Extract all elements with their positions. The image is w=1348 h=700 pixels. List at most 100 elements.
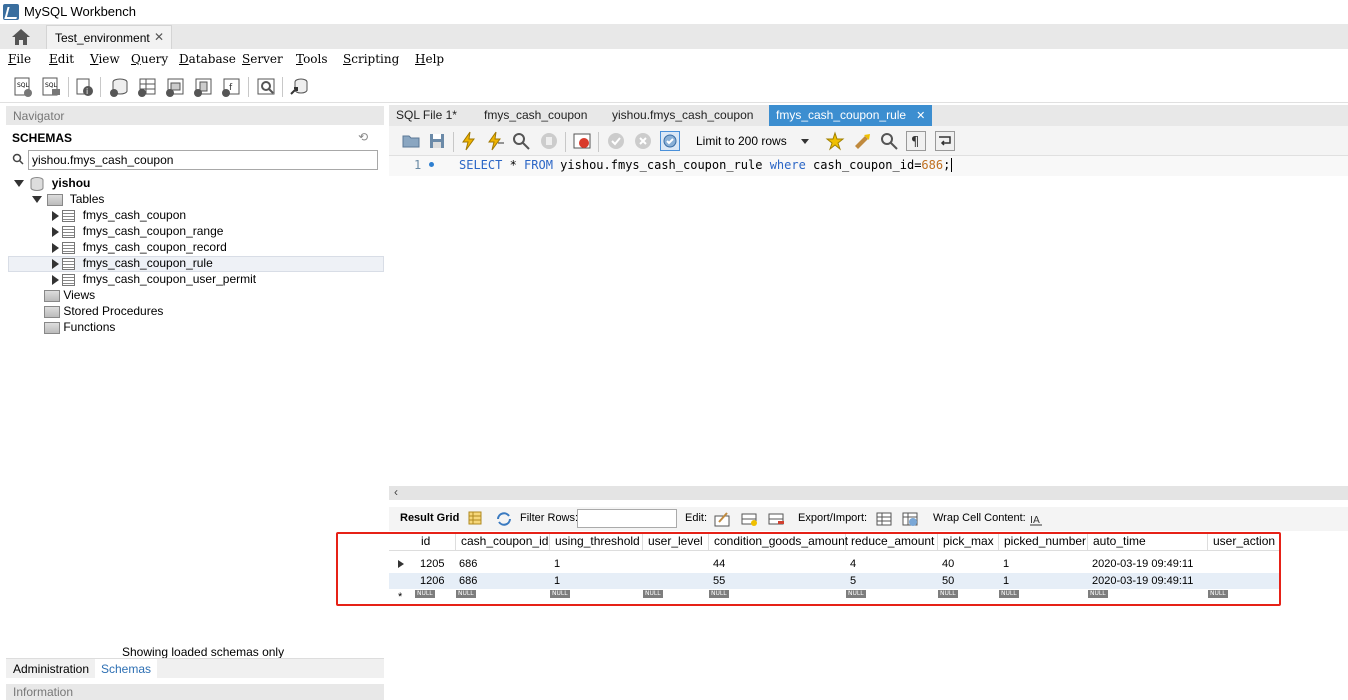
schema-node-yishou[interactable]: yishou xyxy=(14,176,90,192)
explain-icon[interactable] xyxy=(511,131,531,151)
table-node[interactable]: fmys_cash_coupon_range xyxy=(52,224,223,240)
limit-rows-select[interactable]: Limit to 200 rows xyxy=(692,132,814,152)
toolbar-separator xyxy=(598,132,599,152)
stored-procedures-folder[interactable]: Stored Procedures xyxy=(44,304,163,320)
table-name: fmys_cash_coupon_user_permit xyxy=(82,272,257,286)
menu-edit[interactable]: Edit xyxy=(49,52,74,66)
filter-rows-input[interactable] xyxy=(577,509,677,528)
functions-folder[interactable]: Functions xyxy=(44,320,115,336)
commit-icon[interactable] xyxy=(606,131,626,151)
inspector-icon[interactable]: i xyxy=(74,76,96,98)
reconnect-icon[interactable] xyxy=(288,76,310,98)
tab-sql-file-1[interactable]: SQL File 1* xyxy=(396,108,457,122)
import-icon[interactable] xyxy=(901,510,921,530)
wrap-cell-label: Wrap Cell Content: xyxy=(933,512,1026,524)
invisible-chars-icon[interactable]: ¶ xyxy=(906,131,926,151)
new-sql-tab-icon[interactable]: SQL xyxy=(12,76,34,98)
tab-fmys-cash-coupon-rule[interactable]: fmys_cash_coupon_rule ✕ xyxy=(769,105,933,126)
home-icon[interactable] xyxy=(8,27,34,47)
navigator-bottom-tabs: Administration Schemas xyxy=(6,658,384,678)
create-function-icon[interactable]: f xyxy=(220,76,242,98)
table-name: fmys_cash_coupon xyxy=(82,208,187,222)
sql-editor-line[interactable]: 1 SELECT * FROM yishou.fmys_cash_coupon_… xyxy=(389,156,1348,176)
tab-yishou-fmys-cash-coupon[interactable]: yishou.fmys_cash_coupon xyxy=(612,108,753,122)
stop-icon[interactable] xyxy=(539,131,559,151)
save-icon[interactable] xyxy=(427,131,447,151)
collapse-arrow-icon[interactable] xyxy=(52,210,59,221)
horizontal-scrollbar[interactable]: ‹ xyxy=(389,485,1348,500)
refresh-schemas-icon[interactable]: ⟲ xyxy=(358,130,368,144)
tab-administration[interactable]: Administration xyxy=(13,662,89,676)
refresh-icon[interactable] xyxy=(495,510,515,530)
autocommit-toggle-icon[interactable] xyxy=(660,131,680,151)
create-schema-icon[interactable] xyxy=(108,76,130,98)
open-folder-icon[interactable] xyxy=(401,131,421,151)
table-node[interactable]: fmys_cash_coupon_record xyxy=(52,240,227,256)
menu-file[interactable]: File xyxy=(8,52,31,66)
tables-folder[interactable]: Tables xyxy=(32,192,104,208)
collapse-arrow-icon[interactable] xyxy=(52,274,59,285)
delete-row-icon[interactable] xyxy=(767,510,787,530)
tab-schemas[interactable]: Schemas xyxy=(95,659,158,678)
navigator-header: Navigator xyxy=(6,106,384,125)
table-node[interactable]: fmys_cash_coupon_user_permit xyxy=(52,272,256,288)
expand-arrow-icon[interactable] xyxy=(32,196,42,204)
beautify-icon[interactable] xyxy=(852,131,872,151)
menu-help[interactable]: Help xyxy=(415,52,444,66)
menu-scripting[interactable]: Scripting xyxy=(343,52,399,66)
create-view-icon[interactable] xyxy=(164,76,186,98)
execute-icon[interactable] xyxy=(459,131,479,151)
add-snippet-icon[interactable] xyxy=(825,131,845,151)
result-grid-label[interactable]: Result Grid xyxy=(400,512,459,524)
insert-row-icon[interactable] xyxy=(740,510,760,530)
grid-view-icon[interactable] xyxy=(467,510,487,530)
menu-database[interactable]: Database xyxy=(179,52,236,66)
views-folder[interactable]: Views xyxy=(44,288,95,304)
table-name: fmys_cash_coupon_rule xyxy=(82,256,213,270)
table-name: fmys_cash_coupon_range xyxy=(82,224,224,238)
collapse-arrow-icon[interactable] xyxy=(52,226,59,237)
search-table-data-icon[interactable] xyxy=(255,76,277,98)
table-node-selected[interactable]: fmys_cash_coupon_rule xyxy=(52,256,213,272)
line-number: 1 xyxy=(414,158,422,172)
table-node[interactable]: fmys_cash_coupon xyxy=(52,208,186,224)
scroll-left-icon[interactable]: ‹ xyxy=(394,485,398,499)
functions-folder-icon xyxy=(44,321,60,334)
create-procedure-icon[interactable] xyxy=(192,76,214,98)
table-name: fmys_cash_coupon_record xyxy=(82,240,227,254)
wrap-cell-toggle-icon[interactable]: IA xyxy=(1029,512,1043,526)
menu-tools[interactable]: Tools xyxy=(296,52,328,66)
rollback-icon[interactable] xyxy=(633,131,653,151)
procedures-folder-icon xyxy=(44,305,60,318)
collapse-arrow-icon[interactable] xyxy=(52,242,59,253)
statement-marker-icon xyxy=(429,162,434,167)
close-icon[interactable]: ✕ xyxy=(154,30,164,44)
word-wrap-icon[interactable] xyxy=(935,131,955,151)
views-folder-icon xyxy=(44,289,60,302)
editor-tab-bar: SQL File 1* fmys_cash_coupon yishou.fmys… xyxy=(389,105,1348,126)
toolbar-separator xyxy=(565,132,566,152)
schema-name: yishou xyxy=(51,176,91,190)
create-table-icon[interactable] xyxy=(136,76,158,98)
sql-query-text[interactable]: SELECT * FROM yishou.fmys_cash_coupon_ru… xyxy=(459,158,953,172)
edit-label: Edit: xyxy=(685,512,708,524)
find-replace-icon[interactable] xyxy=(879,131,899,151)
collapse-arrow-icon[interactable] xyxy=(52,258,59,269)
expand-arrow-icon[interactable] xyxy=(14,180,24,188)
menu-server[interactable]: Server xyxy=(242,52,283,66)
edit-row-icon[interactable] xyxy=(713,510,733,530)
schemas-heading: SCHEMAS xyxy=(12,131,73,145)
schema-filter-input[interactable]: yishou.fmys_cash_coupon xyxy=(28,150,378,170)
toggle-error-stop-icon[interactable] xyxy=(572,131,592,151)
execute-current-icon[interactable] xyxy=(485,131,505,151)
tab-fmys-cash-coupon[interactable]: fmys_cash_coupon xyxy=(484,108,587,122)
export-icon[interactable] xyxy=(875,510,895,530)
open-sql-script-icon[interactable]: SQL xyxy=(40,76,62,98)
sql-editor-area: SQL File 1* fmys_cash_coupon yishou.fmys… xyxy=(389,105,1348,700)
menu-view[interactable]: View xyxy=(90,52,120,66)
close-icon[interactable]: ✕ xyxy=(916,110,925,122)
main-toolbar: SQL SQL i f xyxy=(0,71,1348,103)
menu-query[interactable]: Query xyxy=(131,52,168,66)
connection-tab-test-environment[interactable]: Test_environment ✕ xyxy=(46,25,172,49)
stored-procedures-label: Stored Procedures xyxy=(63,304,164,318)
